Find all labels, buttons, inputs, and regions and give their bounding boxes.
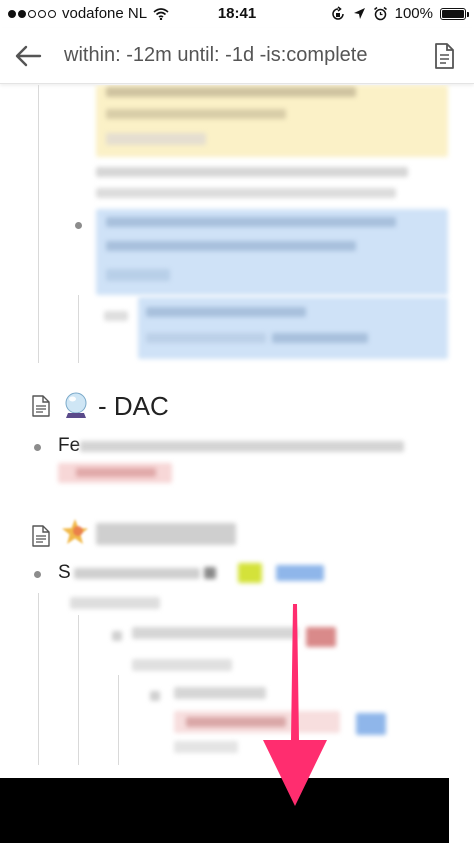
back-button[interactable] xyxy=(10,40,46,72)
search-query-text[interactable]: within: -12m until: -1d -is:complete xyxy=(64,44,410,67)
list-item-text: S xyxy=(58,562,71,583)
blurred-emoji xyxy=(238,563,262,583)
blurred-text xyxy=(106,217,396,227)
blurred-text xyxy=(150,691,160,701)
blurred-text xyxy=(272,333,368,343)
blurred-emoji xyxy=(356,713,386,735)
blurred-emoji xyxy=(204,567,216,579)
indent-guide xyxy=(78,295,79,363)
star-icon xyxy=(62,519,88,544)
bottom-black-bar xyxy=(0,778,449,843)
blurred-text xyxy=(112,631,122,641)
blurred-text xyxy=(132,659,232,671)
search-results[interactable]: - DAC Fe S xyxy=(0,85,474,778)
indent-guide xyxy=(38,85,39,363)
blurred-text xyxy=(70,597,160,609)
blurred-text xyxy=(106,241,356,251)
document-icon xyxy=(435,43,454,69)
blurred-text xyxy=(174,741,238,753)
list-bullet[interactable] xyxy=(34,444,41,451)
blurred-text xyxy=(174,687,266,699)
location-icon xyxy=(353,8,365,19)
blurred-text xyxy=(74,568,200,579)
blurred-section-title xyxy=(96,523,236,545)
blurred-text xyxy=(146,333,266,343)
blurred-text xyxy=(106,87,356,97)
list-bullet[interactable] xyxy=(34,571,41,578)
section-heading-dac[interactable]: - DAC xyxy=(60,388,169,424)
blurred-text xyxy=(76,468,156,477)
section-title: - DAC xyxy=(98,390,169,421)
page-icon[interactable] xyxy=(32,525,50,547)
blurred-text xyxy=(104,311,128,321)
blurred-emoji xyxy=(276,565,324,581)
list-bullet[interactable] xyxy=(75,222,82,229)
battery-fill xyxy=(442,9,464,18)
page-icon[interactable] xyxy=(32,395,50,417)
blurred-text xyxy=(96,167,408,177)
indent-guide xyxy=(118,675,119,765)
blurred-text xyxy=(96,188,396,198)
document-button[interactable] xyxy=(428,40,460,72)
blurred-text xyxy=(106,133,206,145)
status-right: 100% xyxy=(330,5,469,22)
indent-guide xyxy=(38,593,39,765)
battery-icon xyxy=(440,7,469,20)
list-item-text: Fe xyxy=(58,435,81,456)
alarm-icon xyxy=(373,6,387,21)
status-bar: vodafone NL 18:41 100% xyxy=(0,0,474,28)
crystal-ball-icon xyxy=(65,392,87,418)
blurred-text xyxy=(146,307,306,317)
blurred-text xyxy=(106,269,170,281)
search-toolbar: within: -12m until: -1d -is:complete xyxy=(0,28,474,84)
blurred-text xyxy=(106,109,286,119)
arrow-left-icon xyxy=(15,45,42,67)
orientation-lock-icon xyxy=(331,5,344,20)
arrow-down-icon xyxy=(263,604,327,806)
battery-percent: 100% xyxy=(394,5,433,22)
indent-guide xyxy=(78,615,79,765)
blurred-text xyxy=(80,441,404,452)
